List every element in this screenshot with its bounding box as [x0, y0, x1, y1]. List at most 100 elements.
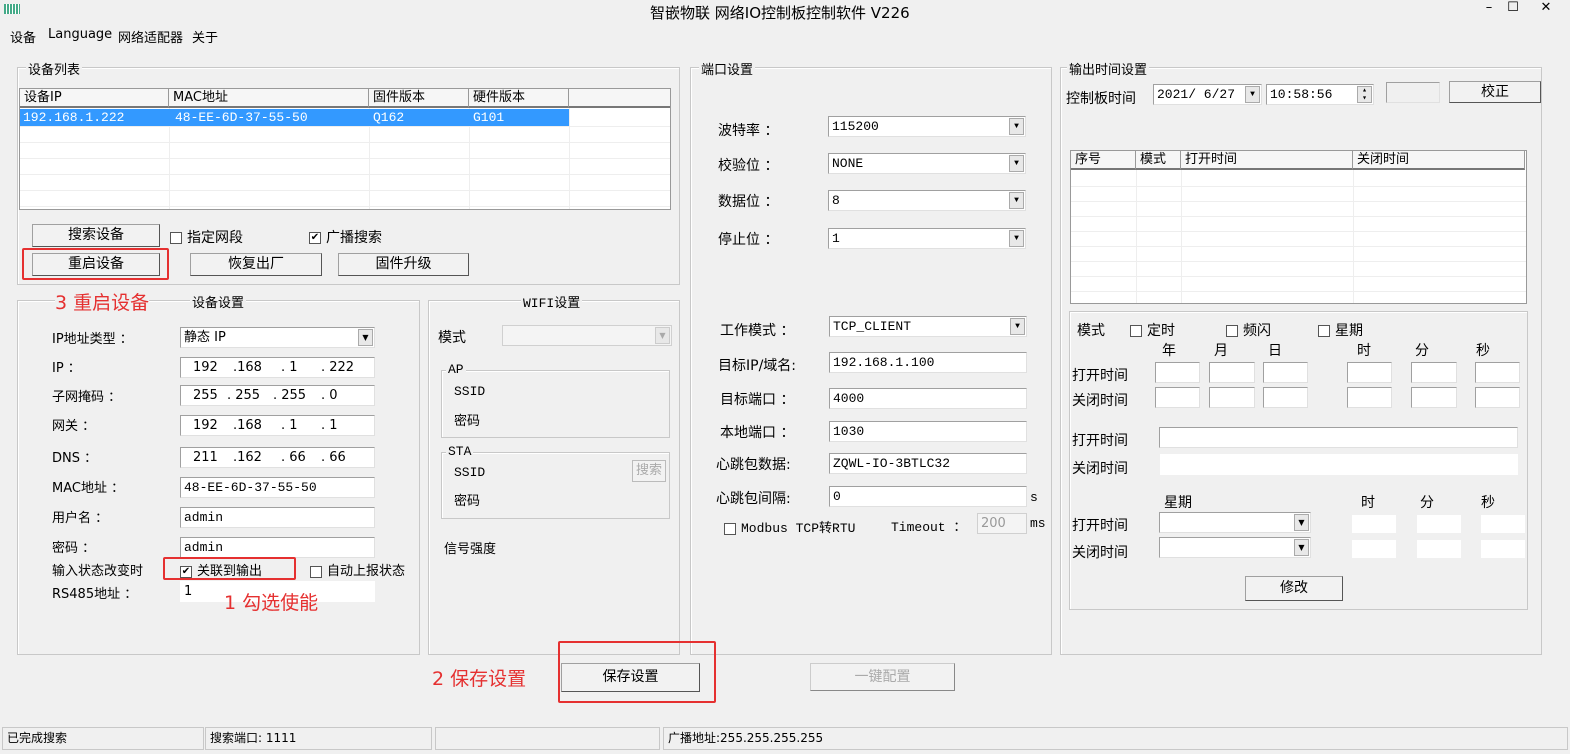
close-button[interactable]: ✕: [1526, 0, 1566, 15]
gw-octet: . 1: [281, 418, 298, 433]
ip-type-select[interactable]: 静态 IP ▼: [180, 327, 375, 348]
auto-report-checkbox[interactable]: 自动上报状态: [310, 560, 405, 579]
modify-button[interactable]: 修改: [1245, 576, 1343, 601]
wifi-mode-select[interactable]: ▼: [502, 325, 672, 346]
flash-checkbox[interactable]: 频闪: [1226, 320, 1271, 340]
week-open-select[interactable]: ▼: [1159, 512, 1311, 533]
window-title: 智嵌物联 网络IO控制板控制软件 V226: [650, 4, 910, 22]
heartbeat-data-field[interactable]: ZQWL-IO-3BTLC32: [829, 453, 1027, 474]
mask-octet: . 0: [321, 388, 338, 403]
date-picker[interactable]: 2021/ 6/27 ▼: [1153, 84, 1262, 105]
heartbeat-interval-field[interactable]: 0: [829, 486, 1027, 507]
flash-close-field[interactable]: [1160, 454, 1518, 475]
menu-device[interactable]: 设备: [10, 27, 36, 46]
minimize-button[interactable]: –: [1476, 0, 1502, 15]
open-second-field[interactable]: [1475, 362, 1520, 383]
open-minute-field[interactable]: [1411, 362, 1457, 383]
week-hour-label: 时: [1361, 495, 1375, 511]
local-port-field[interactable]: 1030: [829, 421, 1027, 442]
week-close-minute[interactable]: [1417, 540, 1461, 558]
gateway-field[interactable]: 192 .168 . 1 . 1: [180, 415, 375, 436]
time-blank-field[interactable]: [1386, 82, 1440, 103]
close-day-field[interactable]: [1263, 387, 1308, 408]
ms-unit: ms: [1030, 516, 1046, 531]
ip-octet: . 222: [321, 360, 355, 375]
status-search: 已完成搜索: [2, 727, 204, 750]
close-year-field[interactable]: [1155, 387, 1200, 408]
ip-label: IP ：: [52, 361, 81, 376]
col-firmware[interactable]: 固件版本: [369, 89, 469, 108]
col-mode[interactable]: 模式: [1136, 151, 1181, 170]
col-index[interactable]: 序号: [1071, 151, 1136, 170]
time-spinner[interactable]: 10:58:56 ▴ ▾: [1266, 84, 1374, 105]
col-open-time[interactable]: 打开时间: [1181, 151, 1353, 170]
factory-reset-button[interactable]: 恢复出厂: [190, 253, 322, 276]
cell-hardware: G101: [473, 110, 505, 125]
close-month-field[interactable]: [1209, 387, 1255, 408]
col-hardware[interactable]: 硬件版本: [469, 89, 569, 108]
modbus-checkbox[interactable]: Modbus TCP转RTU: [724, 517, 855, 536]
firmware-upgrade-button[interactable]: 固件升级: [338, 253, 469, 276]
menu-about[interactable]: 关于: [192, 27, 218, 46]
data-bits-select[interactable]: 8 ▼: [828, 190, 1026, 211]
open-month-field[interactable]: [1209, 362, 1255, 383]
close-hour-field[interactable]: [1347, 387, 1392, 408]
target-ip-field[interactable]: 192.168.1.100: [829, 352, 1027, 373]
checkbox-box: [1318, 325, 1330, 337]
target-port-field[interactable]: 4000: [829, 388, 1027, 409]
open-day-field[interactable]: [1263, 362, 1308, 383]
flash-open-label: 打开时间: [1072, 433, 1128, 449]
checkbox-checked: ✔: [309, 232, 321, 244]
baud-value: 115200: [832, 119, 879, 134]
baud-select[interactable]: 115200 ▼: [828, 116, 1026, 137]
week-close-second[interactable]: [1481, 540, 1525, 558]
week-close-select[interactable]: ▼: [1159, 537, 1311, 558]
search-device-button[interactable]: 搜索设备: [32, 224, 160, 247]
timer-checkbox[interactable]: 定时: [1130, 320, 1175, 340]
maximize-button[interactable]: ☐: [1500, 0, 1526, 15]
schedule-table[interactable]: 序号 模式 打开时间 关闭时间: [1070, 150, 1527, 304]
one-key-config-button[interactable]: 一键配置: [810, 663, 955, 691]
menu-network-adapter[interactable]: 网络适配器: [118, 27, 183, 46]
weekday-label: 星期: [1164, 495, 1192, 511]
mask-field[interactable]: 255 . 255 . 255 . 0: [180, 385, 375, 406]
dns-field[interactable]: 211 .162 . 66 . 66: [180, 447, 375, 468]
work-mode-select[interactable]: TCP_CLIENT ▼: [829, 316, 1027, 337]
wifi-search-button[interactable]: 搜索: [632, 460, 666, 482]
ip-field[interactable]: 192 .168 . 1 . 222: [180, 357, 375, 378]
wifi-mode-label: 模式: [438, 330, 466, 346]
timeout-field[interactable]: 200: [977, 513, 1027, 534]
year-label: 年: [1162, 343, 1176, 359]
week-open-minute[interactable]: [1417, 515, 1461, 533]
password-field[interactable]: admin: [180, 537, 375, 558]
open-time-label: 打开时间: [1072, 368, 1128, 384]
week-close-hour[interactable]: [1352, 540, 1396, 558]
close-second-field[interactable]: [1475, 387, 1520, 408]
status-empty: [435, 727, 660, 750]
menu-language[interactable]: Language: [48, 27, 112, 42]
open-year-field[interactable]: [1155, 362, 1200, 383]
col-mac[interactable]: MAC地址: [169, 89, 369, 108]
spinner-icon: ▴ ▾: [1357, 86, 1372, 103]
device-table[interactable]: 设备IP MAC地址 固件版本 硬件版本 192.168.1.222 48-EE…: [19, 88, 671, 210]
broadcast-checkbox[interactable]: ✔ 广播搜索: [309, 227, 382, 247]
flash-open-field[interactable]: [1159, 427, 1518, 448]
stop-bits-label: 停止位 ：: [718, 232, 779, 248]
stop-bits-select[interactable]: 1 ▼: [828, 228, 1026, 249]
mask-octet: . 255: [273, 388, 307, 403]
col-close-time[interactable]: 关闭时间: [1353, 151, 1525, 170]
calibrate-button[interactable]: 校正: [1449, 81, 1541, 103]
col-device-ip[interactable]: 设备IP: [20, 89, 169, 108]
table-row[interactable]: 192.168.1.222 48-EE-6D-37-55-50 Q162 G10…: [20, 109, 569, 126]
segment-checkbox[interactable]: 指定网段: [170, 227, 243, 247]
week-open-hour[interactable]: [1352, 515, 1396, 533]
heartbeat-data-label: 心跳包数据:: [716, 457, 791, 473]
close-minute-field[interactable]: [1411, 387, 1457, 408]
week-open-second[interactable]: [1481, 515, 1525, 533]
username-field[interactable]: admin: [180, 507, 375, 528]
parity-select[interactable]: NONE ▼: [828, 153, 1026, 174]
week-checkbox[interactable]: 星期: [1318, 320, 1363, 340]
work-mode-label: 工作模式 ：: [720, 323, 795, 339]
mac-field[interactable]: 48-EE-6D-37-55-50: [180, 477, 375, 498]
open-hour-field[interactable]: [1347, 362, 1392, 383]
